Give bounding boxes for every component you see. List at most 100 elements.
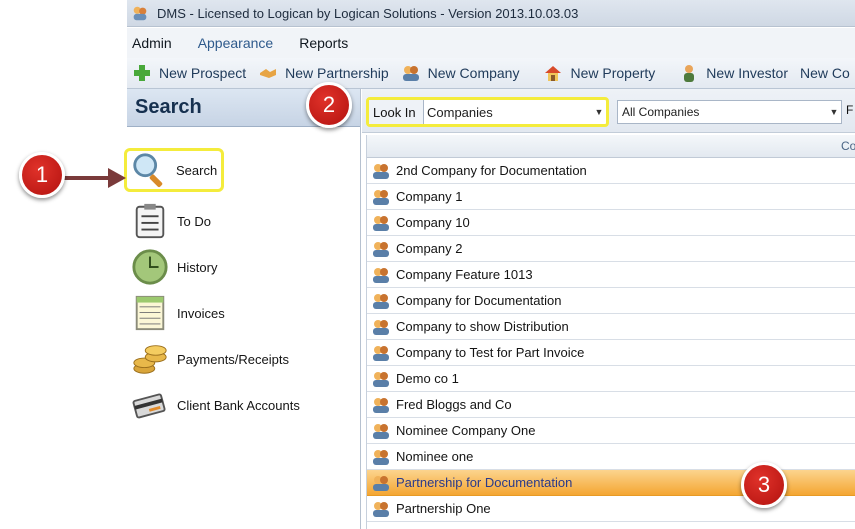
nav-item-label: Invoices xyxy=(177,305,225,321)
row-company-name: Company 1 xyxy=(396,189,463,204)
company-icon xyxy=(373,449,389,465)
company-icon xyxy=(373,501,389,517)
table-row[interactable]: Company 2 xyxy=(367,236,855,262)
navigation-panel: Search Search To Do History Invoices Pay… xyxy=(124,89,361,529)
new-investor-label: New Investor xyxy=(706,65,788,81)
row-company-name: Demo co 1 xyxy=(396,371,459,386)
nav-item-todo[interactable]: To Do xyxy=(131,199,341,243)
results-column-header[interactable]: Co xyxy=(367,135,855,158)
look-in-value: Companies xyxy=(427,104,493,120)
new-company-button[interactable]: New Company xyxy=(401,63,520,83)
menu-reports[interactable]: Reports xyxy=(299,35,348,51)
row-company-name: Company 2 xyxy=(396,241,463,256)
row-company-name: Company for Documentation xyxy=(396,293,562,308)
table-row[interactable]: Company 1 xyxy=(367,184,855,210)
company-icon xyxy=(373,189,389,205)
row-company-name: Fred Bloggs and Co xyxy=(396,397,512,412)
nav-item-history[interactable]: History xyxy=(131,245,341,289)
toolbar: New Prospect New Partnership New Company… xyxy=(127,58,855,89)
new-partnership-label: New Partnership xyxy=(285,65,389,81)
results-rows: 2nd Company for Documentation Company 1 Co… xyxy=(367,158,855,522)
menu-appearance[interactable]: Appearance xyxy=(198,35,274,51)
magnifier-icon xyxy=(133,153,163,188)
row-company-name: Company 10 xyxy=(396,215,470,230)
chevron-down-icon: ▼ xyxy=(594,107,604,117)
table-row[interactable]: Fred Bloggs and Co xyxy=(367,392,855,418)
person-icon xyxy=(684,65,695,82)
row-company-name: Nominee one xyxy=(396,449,474,464)
new-contact-button[interactable]: New Co xyxy=(800,65,850,81)
new-partnership-button[interactable]: New Partnership xyxy=(258,63,389,83)
search-filter-bar: Look In Companies ▼ All Companies ▼ F xyxy=(362,89,855,133)
nav-item-label: History xyxy=(177,259,218,275)
row-company-name: Partnership for Documentation xyxy=(396,475,573,490)
new-property-label: New Property xyxy=(570,65,656,81)
nav-item-label: Payments/Receipts xyxy=(177,351,289,367)
nav-item-label: Search xyxy=(176,162,218,178)
nav-item-label: To Do xyxy=(177,213,211,229)
menu-admin[interactable]: Admin xyxy=(132,35,172,51)
nav-item-payments-receipts[interactable]: Payments/Receipts xyxy=(131,337,341,381)
house-icon xyxy=(545,66,562,81)
scope-dropdown[interactable]: All Companies ▼ xyxy=(617,100,842,124)
new-company-label: New Company xyxy=(427,65,520,81)
title-bar: DMS - Licensed to Logican by Logican Sol… xyxy=(127,0,855,27)
ledger-icon xyxy=(135,295,165,331)
row-company-name: Nominee Company One xyxy=(396,423,536,438)
row-company-name: Company to show Distribution xyxy=(396,319,569,334)
look-in-dropdown[interactable]: Companies ▼ xyxy=(424,100,606,124)
arrow-icon xyxy=(64,168,126,188)
company-icon xyxy=(373,345,389,361)
nav-item-client-bank-accounts[interactable]: Client Bank Accounts xyxy=(131,383,341,427)
search-results-pane: Look In Companies ▼ All Companies ▼ F Co… xyxy=(362,89,855,529)
new-prospect-label: New Prospect xyxy=(159,65,247,81)
people-icon xyxy=(402,66,419,81)
new-investor-button[interactable]: New Investor xyxy=(679,63,788,83)
chevron-down-icon: ▼ xyxy=(829,107,839,117)
new-property-button[interactable]: New Property xyxy=(543,63,655,83)
plus-icon xyxy=(134,65,150,81)
table-row[interactable]: Company to show Distribution xyxy=(367,314,855,340)
callout-badge-3: 3 xyxy=(741,462,787,508)
coins-icon xyxy=(133,345,167,374)
new-prospect-button[interactable]: New Prospect xyxy=(132,63,246,83)
new-contact-label: New Co xyxy=(800,65,850,81)
company-icon xyxy=(373,423,389,439)
column-header-label: Co xyxy=(841,139,855,153)
table-row[interactable]: Company 10 xyxy=(367,210,855,236)
clipboard-icon xyxy=(135,203,165,239)
table-row[interactable]: Nominee one xyxy=(367,444,855,470)
look-in-filter: Look In Companies ▼ xyxy=(366,97,609,127)
nav-item-search[interactable]: Search xyxy=(124,148,224,192)
table-row[interactable]: Company for Documentation xyxy=(367,288,855,314)
company-icon xyxy=(373,475,389,491)
company-icon xyxy=(373,215,389,231)
nav-header-title: Search xyxy=(135,96,202,118)
company-icon xyxy=(373,267,389,283)
row-company-name: 2nd Company for Documentation xyxy=(396,163,587,178)
next-filter-label: F xyxy=(846,103,854,117)
table-row[interactable]: 2nd Company for Documentation xyxy=(367,158,855,184)
card-icon xyxy=(132,393,166,419)
callout-badge-1: 1 xyxy=(19,152,65,198)
nav-item-label: Client Bank Accounts xyxy=(177,397,300,413)
clock-icon xyxy=(132,249,168,285)
row-company-name: Company Feature 1013 xyxy=(396,267,533,282)
table-row[interactable]: Partnership One xyxy=(367,496,855,522)
window-title: DMS - Licensed to Logican by Logican Sol… xyxy=(157,5,579,21)
table-row[interactable]: Company to Test for Part Invoice xyxy=(367,340,855,366)
nav-item-invoices[interactable]: Invoices xyxy=(131,291,341,335)
callout-badge-2: 2 xyxy=(306,82,352,128)
company-icon xyxy=(373,163,389,179)
look-in-label: Look In xyxy=(369,100,424,124)
table-row[interactable]: Nominee Company One xyxy=(367,418,855,444)
menu-bar: Admin Appearance Reports xyxy=(127,28,855,58)
company-icon xyxy=(373,397,389,413)
row-company-name: Partnership One xyxy=(396,501,491,516)
table-row[interactable]: Demo co 1 xyxy=(367,366,855,392)
handshake-icon xyxy=(260,69,277,78)
row-company-name: Company to Test for Part Invoice xyxy=(396,345,585,360)
company-icon xyxy=(373,293,389,309)
scope-value: All Companies xyxy=(622,105,700,119)
table-row[interactable]: Company Feature 1013 xyxy=(367,262,855,288)
